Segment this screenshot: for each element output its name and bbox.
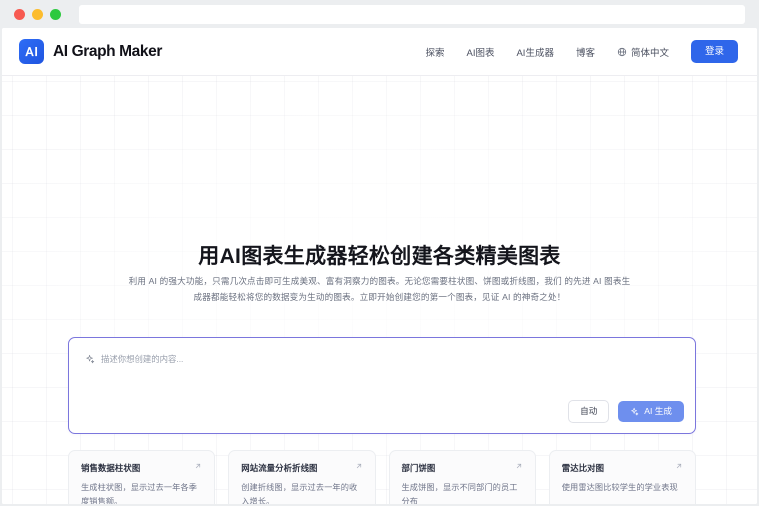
main-navigation: 探索 AI图表 AI生成器 博客 简体中文 登录 xyxy=(425,39,738,64)
card-header: 雷达比对图 xyxy=(562,462,683,474)
card-description: 生成饼图，显示不同部门的员工分布 xyxy=(401,483,518,504)
traffic-light-dots xyxy=(8,8,61,20)
example-card-bar-chart[interactable]: 销售数据柱状图 生成柱状图，显示过去一年各季度销售额。 xyxy=(68,450,216,504)
hero-subtitle-line-1: 利用 AI 的强大功能，只需几次点击即可生成美观、富有洞察力的图表。无论您需要柱… xyxy=(128,276,562,286)
sparkle-icon xyxy=(630,407,639,416)
language-label: 简体中文 xyxy=(630,47,669,59)
card-title: 销售数据柱状图 xyxy=(81,463,141,473)
ai-graph-maker-logo-icon xyxy=(19,39,44,64)
ai-generate-button[interactable]: AI 生成 xyxy=(618,401,684,423)
card-header: 部门饼图 xyxy=(402,462,523,474)
sparkle-icon xyxy=(85,354,95,364)
nav-explore[interactable]: 探索 xyxy=(425,45,444,59)
example-card-line-chart[interactable]: 网站流量分析折线图 创建折线图，显示过去一年的收入增长。 xyxy=(228,450,376,504)
example-card-radar-chart[interactable]: 雷达比对图 使用雷达图比较学生的学业表现 xyxy=(548,450,696,504)
card-title: 雷达比对图 xyxy=(561,463,605,473)
nav-blog[interactable]: 博客 xyxy=(576,45,595,59)
browser-titlebar xyxy=(0,0,759,28)
prompt-actions: 自动 AI 生成 xyxy=(568,400,684,423)
prompt-input-box[interactable]: 描述你想创建的内容... 自动 AI 生成 xyxy=(68,337,696,434)
hero-section: 用AI图表生成器轻松创建各类精美图表 利用 AI 的强大功能，只需几次点击即可生… xyxy=(2,76,757,504)
minimize-window-button[interactable] xyxy=(32,8,43,20)
login-button[interactable]: 登录 xyxy=(690,39,738,64)
address-bar[interactable] xyxy=(79,4,745,24)
card-description: 创建折线图，显示过去一年的收入增长。 xyxy=(241,483,358,504)
brand-name: AI Graph Maker xyxy=(53,42,162,60)
example-prompt-cards: 销售数据柱状图 生成柱状图，显示过去一年各季度销售额。 网站流量分析折线图 创建… xyxy=(68,450,696,504)
arrow-up-right-icon xyxy=(675,462,683,470)
close-window-button[interactable] xyxy=(14,8,25,20)
arrow-up-right-icon xyxy=(194,462,202,470)
nav-ai-charts[interactable]: AI图表 xyxy=(466,45,494,59)
globe-icon xyxy=(617,47,627,57)
arrow-up-right-icon xyxy=(515,462,523,470)
nav-ai-generator[interactable]: AI生成器 xyxy=(516,45,553,59)
card-description: 生成柱状图，显示过去一年各季度销售额。 xyxy=(81,483,198,504)
page-title: 用AI图表生成器轻松创建各类精美图表 xyxy=(198,245,561,268)
auto-mode-button[interactable]: 自动 xyxy=(568,400,610,423)
card-title: 网站流量分析折线图 xyxy=(241,463,318,473)
card-title: 部门饼图 xyxy=(401,463,436,473)
site-header: AI Graph Maker 探索 AI图表 AI生成器 博客 简体中文 登录 xyxy=(2,28,757,76)
prompt-placeholder-text: 描述你想创建的内容... xyxy=(101,354,184,364)
example-card-pie-chart[interactable]: 部门饼图 生成饼图，显示不同部门的员工分布 xyxy=(388,450,536,504)
card-description: 使用雷达图比较学生的学业表现 xyxy=(561,483,678,492)
page-viewport: AI Graph Maker 探索 AI图表 AI生成器 博客 简体中文 登录 … xyxy=(2,28,757,504)
browser-window: AI Graph Maker 探索 AI图表 AI生成器 博客 简体中文 登录 … xyxy=(0,0,759,506)
card-header: 网站流量分析折线图 xyxy=(241,462,362,474)
brand-logo[interactable]: AI Graph Maker xyxy=(19,39,162,64)
hero-subtitle: 利用 AI 的强大功能，只需几次点击即可生成美观、富有洞察力的图表。无论您需要柱… xyxy=(125,274,635,305)
prompt-placeholder[interactable]: 描述你想创建的内容... xyxy=(85,353,183,365)
language-switcher[interactable]: 简体中文 xyxy=(617,45,669,59)
maximize-window-button[interactable] xyxy=(50,8,61,20)
arrow-up-right-icon xyxy=(355,462,363,470)
card-header: 销售数据柱状图 xyxy=(81,462,202,474)
ai-generate-label: AI 生成 xyxy=(644,406,672,417)
